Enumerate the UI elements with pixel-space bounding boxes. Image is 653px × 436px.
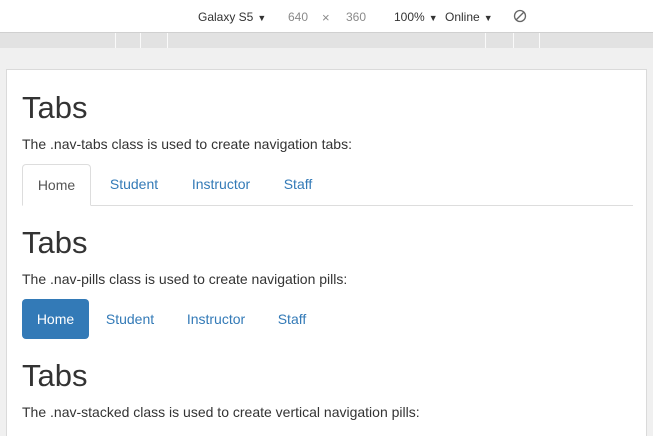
zoom-select[interactable]: 100% ▼ (394, 10, 438, 25)
ruler-divider (485, 33, 486, 48)
section-title: Tabs (22, 358, 88, 393)
nav-pills: Home Student Instructor Staff (22, 299, 633, 339)
section-description: The .nav-stacked class is used to create… (22, 404, 420, 420)
ruler-divider (140, 33, 141, 48)
times-icon: × (322, 10, 330, 25)
section-title: Tabs (22, 225, 88, 260)
device-label: Galaxy S5 (198, 10, 254, 24)
caret-down-icon: ▼ (257, 13, 267, 23)
network-label: Online (445, 10, 480, 24)
rotate-icon[interactable] (513, 9, 527, 23)
caret-down-icon: ▼ (483, 13, 493, 23)
pill-instructor[interactable]: Instructor (175, 299, 257, 339)
zoom-label: 100% (394, 10, 425, 24)
pill-staff[interactable]: Staff (269, 299, 315, 339)
ruler-divider (167, 33, 168, 48)
ruler-divider (115, 33, 116, 48)
ruler-divider (539, 33, 540, 48)
nav-tabs: Home Student Instructor Staff (22, 164, 633, 206)
tab-instructor[interactable]: Instructor (180, 164, 262, 206)
network-select[interactable]: Online ▼ (445, 10, 493, 25)
width-input[interactable]: 640 (288, 10, 308, 24)
device-select[interactable]: Galaxy S5 ▼ (198, 10, 266, 25)
height-input[interactable]: 360 (346, 10, 366, 24)
tab-home[interactable]: Home (22, 164, 91, 206)
device-toolbar: Galaxy S5 ▼ 640 × 360 100% ▼ Online ▼ (0, 0, 653, 33)
pill-student[interactable]: Student (95, 299, 165, 339)
pill-home[interactable]: Home (22, 299, 89, 339)
section-title: Tabs (22, 90, 88, 125)
media-query-ruler[interactable] (0, 33, 653, 48)
section-description: The .nav-pills class is used to create n… (22, 271, 348, 287)
tab-student[interactable]: Student (97, 164, 171, 206)
section-description: The .nav-tabs class is used to create na… (22, 136, 352, 152)
ruler-divider (513, 33, 514, 48)
tab-staff[interactable]: Staff (274, 164, 322, 206)
page-viewport: Tabs The .nav-tabs class is used to crea… (6, 69, 647, 436)
caret-down-icon: ▼ (428, 13, 438, 23)
